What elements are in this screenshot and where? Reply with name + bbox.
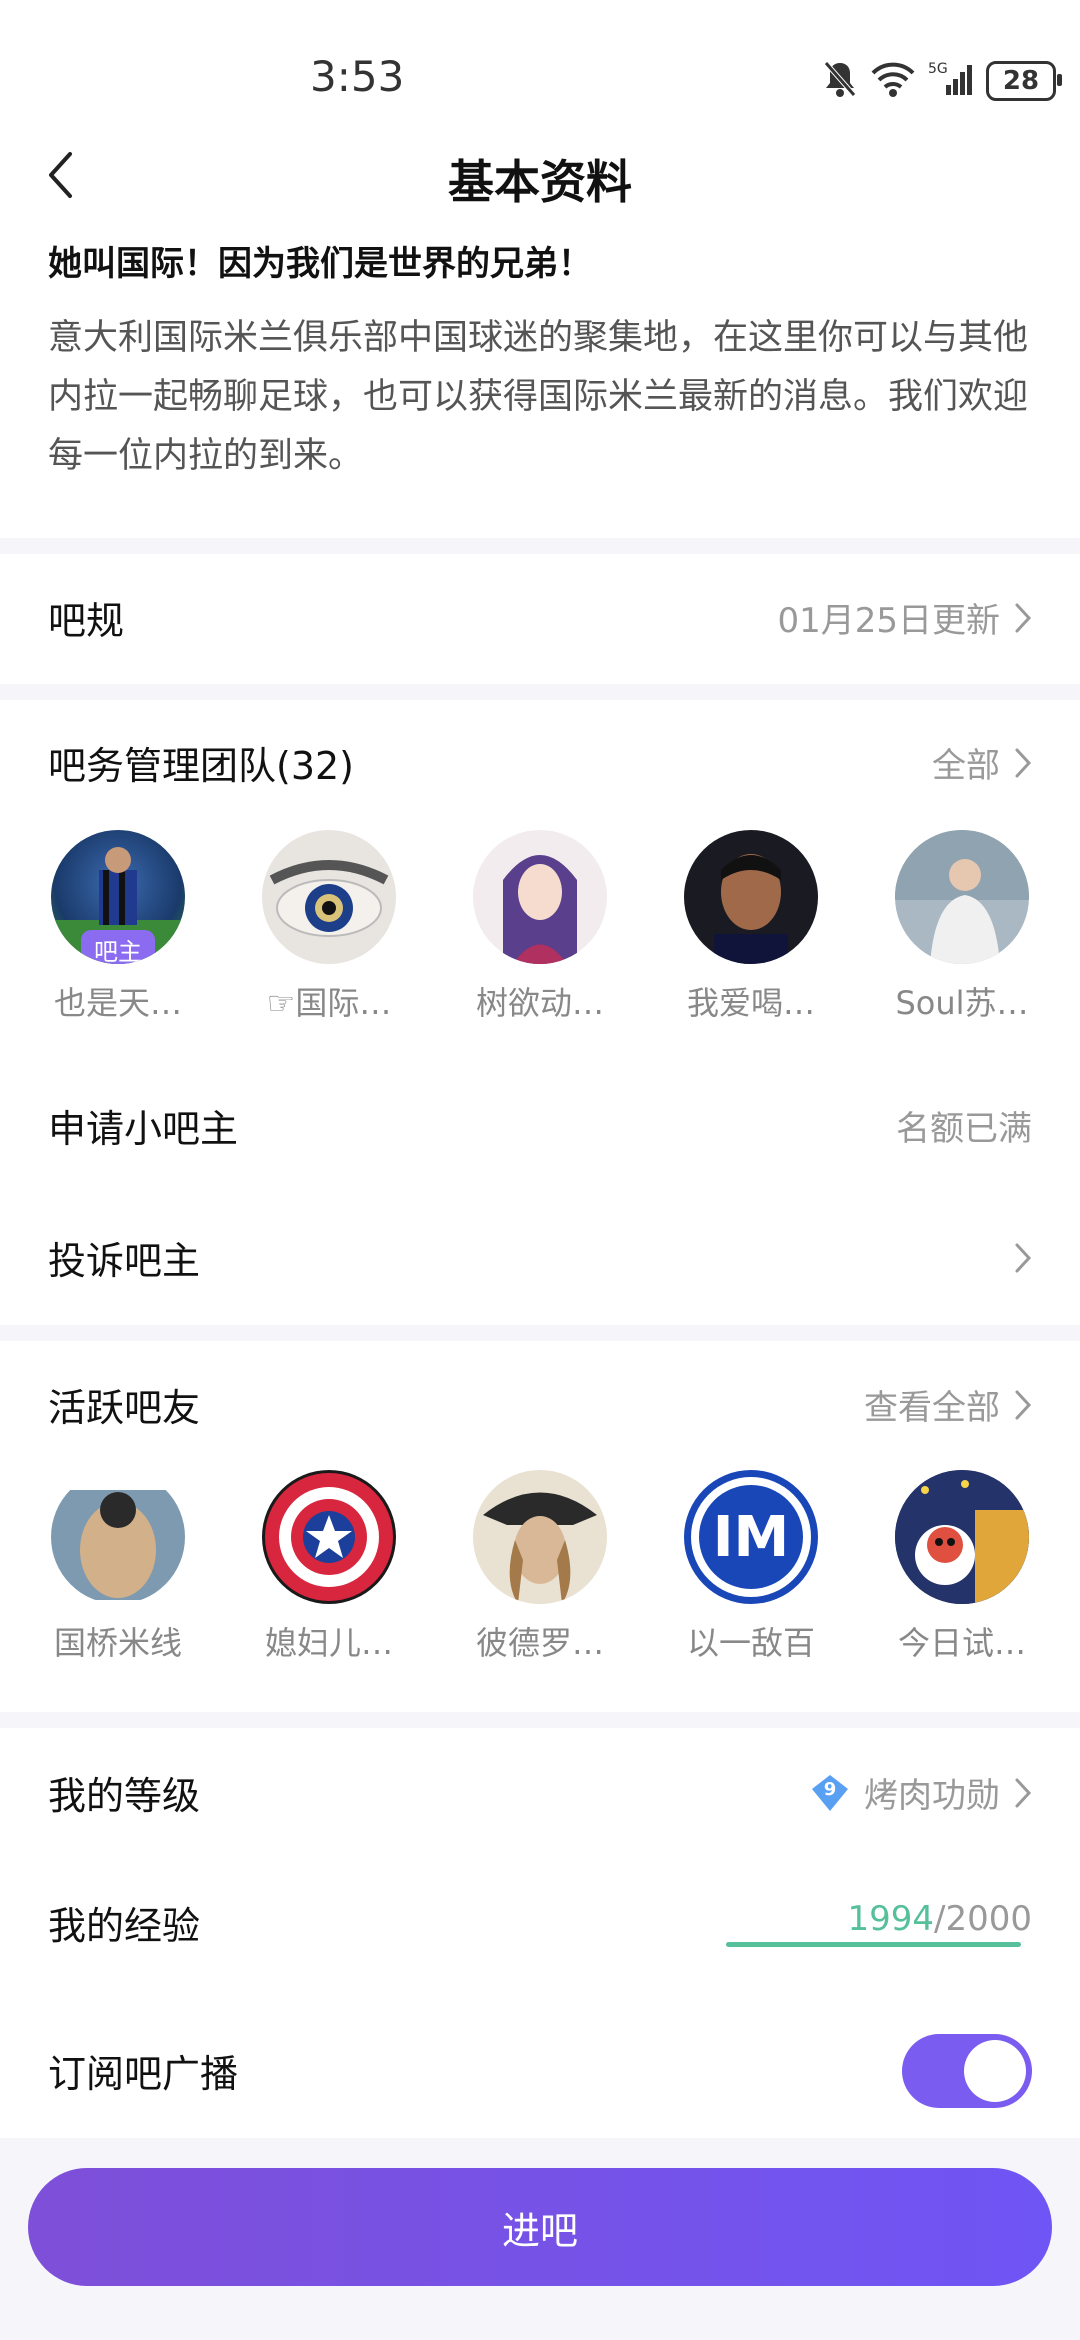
apply-label: 申请小吧主 [48,1107,239,1151]
active-member[interactable]: 国桥米线 [48,1470,188,1664]
member-name: 彼德罗… [475,1624,604,1662]
level-title: 烤肉功勋 [864,1776,1000,1816]
intro-title: 她叫国际！因为我们是世界的兄弟！ [48,244,592,284]
member-name: 今日试… [897,1624,1026,1662]
bottom-bar: 进吧 [0,2138,1080,2340]
chevron-right-icon [1015,1390,1032,1419]
chevron-right-icon [1015,748,1032,777]
avatar [895,1470,1029,1604]
svg-text:5G: 5G [928,61,948,77]
level-row[interactable]: 我的等级 9 烤肉功勋 [48,1735,1032,1850]
avatar [473,1470,607,1604]
intro-description: 意大利国际米兰俱乐部中国球迷的聚集地，在这里你可以与其他内拉一起畅聊足球，也可以… [48,318,1029,476]
avatar [473,830,607,964]
experience-label: 我的经验 [48,1904,201,1948]
team-avatar-list: 吧主 也是天… ☞国际… 树欲动… 我爱喝… Soul苏… [48,830,1032,1024]
member-name: 以一敌百 [686,1624,815,1662]
avatar: 吧主 [51,830,185,964]
active-members-header-row[interactable]: 活跃吧友 查看全部 [48,1347,1032,1462]
top-bar: 基本资料 [0,140,1080,210]
team-member[interactable]: 我爱喝… [681,830,821,1024]
avatar [262,1470,396,1604]
avatar [262,830,396,964]
avatar [684,830,818,964]
active-label: 活跃吧友 [48,1386,201,1430]
view-all-link: 查看全部 [864,1388,1000,1428]
avatar: IM [684,1470,818,1604]
diamond-level-icon: 9 [810,1773,850,1813]
member-name: 树欲动… [475,984,604,1022]
page-title: 基本资料 [448,155,632,209]
quota-full-text: 名额已满 [896,1109,1032,1149]
section-divider [0,1325,1080,1341]
mute-bell-icon [822,59,858,103]
subscribe-label: 订阅吧广播 [48,2052,239,2096]
team-member[interactable]: 吧主 也是天… [48,830,188,1024]
rules-row[interactable]: 吧规 01月25日更新 [48,560,1032,675]
experience-row: 我的经验 1994/2000 [48,1865,1032,1980]
active-member[interactable]: IM 以一敌百 [681,1470,821,1664]
status-time: 3:53 [310,52,405,101]
complain-label: 投诉吧主 [48,1239,201,1283]
complain-row[interactable]: 投诉吧主 [48,1200,1032,1315]
chevron-right-icon [1015,1778,1032,1807]
experience-progress-bar [726,1942,1022,1947]
member-name: 也是天… [53,984,182,1022]
subscribe-toggle[interactable] [902,2033,1032,2108]
active-member[interactable]: 今日试… [892,1470,1032,1664]
member-name: 国桥米线 [53,1624,182,1662]
team-member[interactable]: ☞国际… [259,830,399,1024]
section-divider [0,684,1080,700]
active-avatar-list: 国桥米线 媳妇儿… 彼德罗… IM 以一敌百 今日试… [48,1470,1032,1664]
member-name: 我爱喝… [686,984,815,1022]
level-label: 我的等级 [48,1774,201,1818]
toggle-knob [964,2039,1026,2102]
team-member[interactable]: Soul苏… [892,830,1032,1024]
section-divider [0,1712,1080,1728]
team-header-row[interactable]: 吧务管理团队(32) 全部 [48,705,1032,820]
wifi-icon [870,59,916,103]
forum-intro: 她叫国际！因为我们是世界的兄弟！ 意大利国际米兰俱乐部中国球迷的聚集地，在这里你… [48,236,1038,486]
chevron-right-icon [1015,603,1032,632]
status-bar: 3:53 5G 28 [0,0,1080,150]
section-divider [0,538,1080,554]
owner-badge: 吧主 [81,930,155,964]
chevron-right-icon [1015,1243,1032,1272]
member-name: Soul苏… [895,984,1029,1022]
avatar [51,1470,185,1604]
rules-updated-text: 01月25日更新 [777,601,1000,641]
member-name: ☞国际… [266,984,392,1022]
enter-forum-button[interactable]: 进吧 [28,2168,1052,2286]
active-member[interactable]: 媳妇儿… [259,1470,399,1664]
svg-text:IM: IM [713,1505,790,1570]
rules-label: 吧规 [48,599,125,643]
member-name: 媳妇儿… [264,1624,393,1662]
experience-value: 1994/2000 [847,1898,1032,1939]
team-all-link: 全部 [932,746,1000,786]
apply-moderator-row[interactable]: 申请小吧主 名额已满 [48,1068,1032,1183]
avatar [895,830,1029,964]
team-label: 吧务管理团队(32) [48,744,355,788]
battery-indicator: 28 [986,61,1062,101]
subscribe-row: 订阅吧广播 [48,2013,1032,2128]
active-member[interactable]: 彼德罗… [470,1470,610,1664]
status-icons: 5G 28 [822,56,1062,106]
team-member[interactable]: 树欲动… [470,830,610,1024]
cellular-signal-icon: 5G [928,59,974,103]
